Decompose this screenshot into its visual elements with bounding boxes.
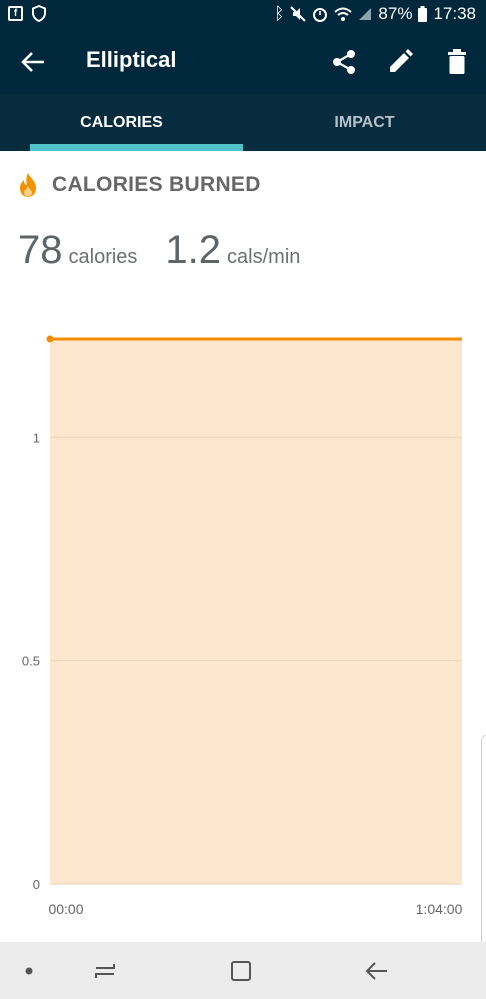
active-tab-indicator (30, 144, 243, 151)
x-tick-label-1: 1:04:00 (416, 901, 463, 917)
shield-icon (32, 5, 46, 22)
stats-row: 78 calories 1.2 cals/min (18, 228, 300, 273)
back-arrow-icon[interactable] (20, 48, 48, 76)
cals-per-min-unit: cals/min (227, 246, 301, 268)
section-header: CALORIES BURNED (18, 170, 261, 200)
home-icon[interactable] (228, 958, 254, 984)
wifi-icon (334, 7, 353, 21)
status-time: 17:38 (433, 4, 476, 23)
scroll-edge (481, 735, 486, 946)
x-tick-label-0: 00:00 (48, 901, 83, 917)
battery-icon (418, 6, 428, 22)
bluetooth-icon: ᛒ (274, 4, 285, 23)
y-tick-label-2: 1 (33, 430, 40, 445)
signal-icon (359, 8, 372, 20)
edit-icon[interactable] (386, 48, 414, 76)
status-left-icons: f (8, 5, 47, 22)
dot-icon[interactable] (16, 958, 42, 984)
calories-unit: calories (68, 246, 138, 268)
y-tick-label-0: 0 (33, 877, 40, 892)
status-right: ᛒ 87% 17:38 (274, 4, 476, 24)
share-icon[interactable] (330, 48, 358, 76)
tab-impact[interactable]: IMPACT (243, 94, 486, 151)
page-title: Elliptical (86, 47, 177, 72)
cals-per-min-value: 1.2 (165, 228, 222, 272)
back-nav-icon[interactable] (364, 958, 390, 984)
area-fill (50, 339, 462, 884)
battery-percent: 87% (378, 4, 413, 23)
tab-calories[interactable]: CALORIES (0, 94, 243, 151)
flame-icon (20, 173, 36, 197)
recents-icon[interactable] (92, 958, 118, 984)
alarm-icon (313, 8, 328, 22)
y-tick-label-1: 0.5 (22, 654, 40, 669)
series-point-start (46, 335, 54, 343)
mute-icon (290, 6, 307, 22)
calories-value: 78 (18, 228, 63, 272)
tab-bar: CALORIES IMPACT (0, 94, 486, 151)
facebook-icon: f (8, 6, 23, 21)
delete-icon[interactable] (443, 48, 471, 76)
status-bar: f ᛒ 87% 17:38 (0, 0, 486, 30)
calories-chart: 0 0.5 1 00:00 1:04:00 (22, 335, 463, 917)
system-nav-bar (0, 942, 486, 999)
section-title: CALORIES BURNED (52, 173, 261, 196)
app-bar: Elliptical (0, 30, 486, 94)
